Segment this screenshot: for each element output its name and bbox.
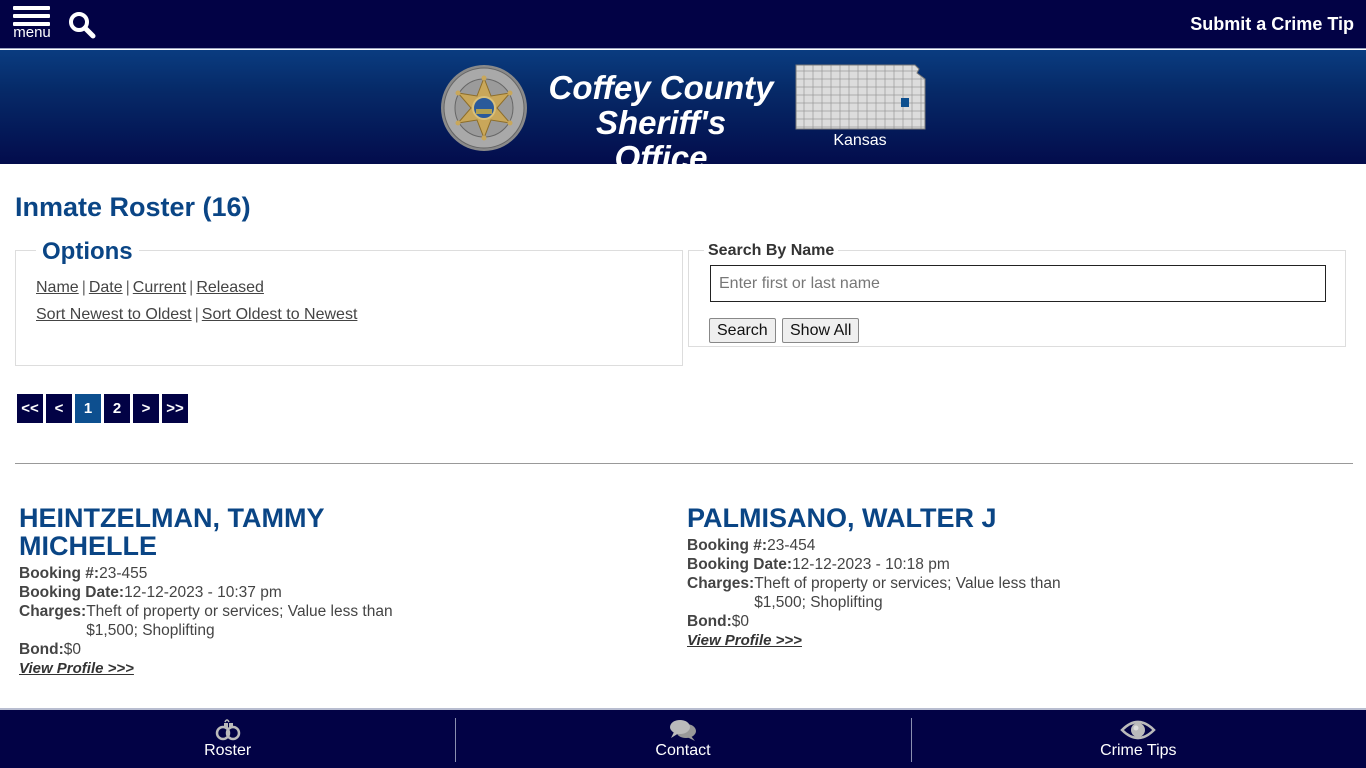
bond-label: Bond: <box>19 641 64 658</box>
booking-number-label: Booking #: <box>687 537 768 554</box>
nav-crime-tips[interactable]: Crime Tips <box>910 710 1366 768</box>
booking-number: Booking #: 23-454 <box>687 536 1087 555</box>
filter-current-link[interactable]: Current <box>133 279 186 296</box>
charges-label: Charges: <box>687 575 755 592</box>
page-2-button[interactable]: 2 <box>104 394 130 423</box>
booking-date-label: Booking Date: <box>19 584 125 601</box>
search-by-name-panel: Search By Name Search Show All <box>688 242 1346 347</box>
inmate-card: HEINTZELMAN, TAMMY MICHELLE Booking #: 23… <box>19 504 419 678</box>
nav-contact[interactable]: Contact <box>455 710 910 768</box>
charges-label: Charges: <box>19 603 87 620</box>
kansas-label: Kansas <box>833 132 887 149</box>
bottom-navigation: Roster Contact Crime Tips <box>0 708 1366 768</box>
next-page-button[interactable]: > <box>133 394 159 423</box>
booking-date: Booking Date: 12-12-2023 - 10:18 pm <box>687 555 1087 574</box>
hamburger-icon-bar <box>13 14 50 18</box>
site-title[interactable]: Coffey County Sheriff's Office <box>545 70 777 175</box>
separator: | <box>194 306 199 323</box>
nav-roster-label: Roster <box>204 742 252 759</box>
menu-label: menu <box>13 24 51 41</box>
first-page-button[interactable]: << <box>17 394 43 423</box>
bond-value: $0 <box>63 641 82 658</box>
charges: Charges: Theft of property or services; V… <box>687 574 1087 612</box>
separator: | <box>81 279 86 296</box>
bond: Bond: $0 <box>19 640 419 659</box>
filter-date-link[interactable]: Date <box>89 279 123 296</box>
nav-contact-label: Contact <box>655 742 711 759</box>
booking-date: Booking Date: 12-12-2023 - 10:37 pm <box>19 583 419 602</box>
booking-number: Booking #: 23-455 <box>19 564 419 583</box>
last-page-button[interactable]: >> <box>162 394 188 423</box>
site-banner: Coffey County Sheriff's Office Kansas <box>0 50 1366 175</box>
name-search-input[interactable] <box>710 265 1326 302</box>
show-all-button[interactable]: Show All <box>782 318 860 343</box>
search-submit-button[interactable]: Search <box>709 318 776 343</box>
booking-number-value: 23-454 <box>767 537 816 554</box>
bond: Bond: $0 <box>687 612 1087 631</box>
view-profile-link[interactable]: View Profile >>> <box>19 659 134 678</box>
filter-links: Name | Date | Current | Released <box>36 279 264 297</box>
hamburger-icon <box>13 6 50 10</box>
options-legend: Options <box>36 238 139 266</box>
prev-page-button[interactable]: < <box>46 394 72 423</box>
search-legend: Search By Name <box>704 242 839 260</box>
filter-name-link[interactable]: Name <box>36 279 79 296</box>
top-bar: menu Submit a Crime Tip <box>0 0 1366 49</box>
booking-date-value: 12-12-2023 - 10:37 pm <box>124 584 282 601</box>
site-title-line2: Sheriff's Office <box>595 104 727 176</box>
booking-number-label: Booking #: <box>19 565 100 582</box>
sort-links: Sort Newest to Oldest | Sort Oldest to New… <box>36 306 357 324</box>
bond-label: Bond: <box>687 613 732 630</box>
inmate-name[interactable]: HEINTZELMAN, TAMMY MICHELLE <box>19 504 419 560</box>
submit-crime-tip-link[interactable]: Submit a Crime Tip <box>1190 14 1354 35</box>
booking-date-label: Booking Date: <box>687 556 793 573</box>
handcuffs-icon <box>215 719 240 741</box>
search-button[interactable] <box>67 10 97 40</box>
options-panel: Options Name | Date | Current | Released Sort … <box>15 238 683 366</box>
divider <box>15 463 1353 464</box>
view-profile-link[interactable]: View Profile >>> <box>687 631 802 650</box>
sort-oldest-link[interactable]: Sort Oldest to Newest <box>202 306 358 323</box>
separator: | <box>125 279 130 296</box>
separator: | <box>189 279 194 296</box>
nav-crime-tips-label: Crime Tips <box>1100 742 1177 759</box>
charges-value: Theft of property or services; Value les… <box>754 575 1061 611</box>
page-title: Inmate Roster (16) <box>15 192 251 222</box>
site-title-line1: Coffey County <box>548 69 774 106</box>
charges: Charges: Theft of property or services; V… <box>19 602 419 640</box>
sort-newest-link[interactable]: Sort Newest to Oldest <box>36 306 192 323</box>
inmate-name[interactable]: PALMISANO, WALTER J <box>687 504 1087 532</box>
nav-roster[interactable]: Roster <box>0 710 455 768</box>
pagination: << < 1 2 > >> <box>17 394 188 423</box>
kansas-map-icon <box>795 64 926 130</box>
inmate-card: PALMISANO, WALTER J Booking #: 23-454 Boo… <box>687 504 1087 650</box>
page-1-button[interactable]: 1 <box>75 394 101 423</box>
filter-released-link[interactable]: Released <box>196 279 264 296</box>
search-icon <box>69 12 96 39</box>
sheriff-badge-logo[interactable] <box>440 64 528 152</box>
bond-value: $0 <box>731 613 750 630</box>
eye-icon <box>1120 720 1157 740</box>
menu-button[interactable]: menu <box>12 4 52 44</box>
booking-date-value: 12-12-2023 - 10:18 pm <box>792 556 950 573</box>
chat-bubbles-icon <box>669 720 696 741</box>
booking-number-value: 23-455 <box>99 565 148 582</box>
charges-value: Theft of property or services; Value les… <box>86 603 393 639</box>
